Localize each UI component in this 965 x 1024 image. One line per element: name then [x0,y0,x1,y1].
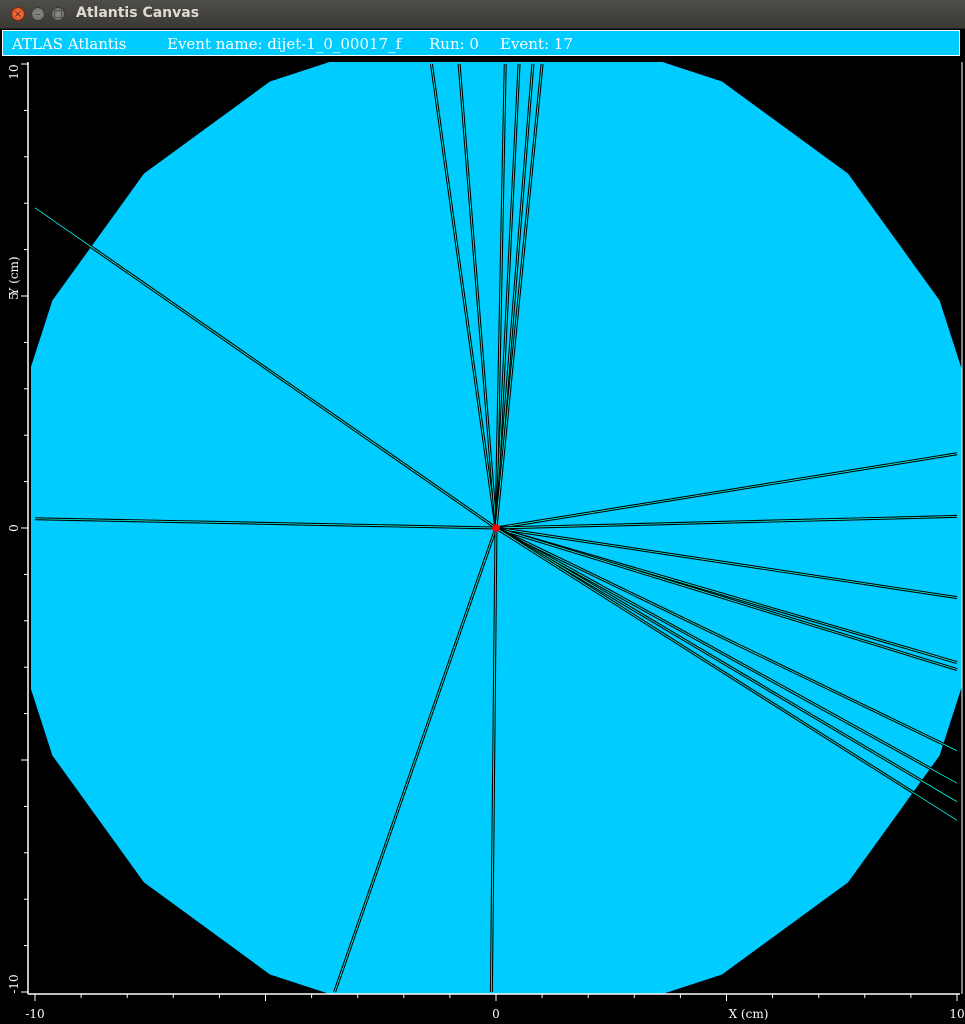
x-tick-label-min: -10 [25,1007,44,1021]
y-tick-label-min: -10 [7,974,21,993]
window-titlebar[interactable]: × – □ Atlantis Canvas [0,0,965,29]
run-label: Run: 0 [429,35,479,53]
event-number-label: Event: 17 [500,35,573,53]
event-name-label: Event name: dijet-1_0_00017_f [167,35,402,53]
y-axis-label: Y (cm) [7,256,21,296]
event-info-bar: ATLAS Atlantis Event name: dijet-1_0_000… [2,30,960,56]
minimize-window-button[interactable]: – [31,7,45,21]
x-axis-label: X (cm) [729,1007,769,1021]
x-tick-label-zero: 0 [492,1007,500,1021]
primary-vertex-marker [492,524,500,532]
detector-polygon [31,62,962,994]
app-name-label: ATLAS Atlantis [12,35,127,53]
close-window-button[interactable]: × [11,7,25,21]
y-tick-label-max: 10 [7,64,21,79]
y-tick-label-zero: 0 [7,524,21,532]
maximize-window-button[interactable]: □ [51,7,65,21]
event-display-canvas[interactable]: -10 0 10 10 5 0 -10 X (cm) Y (cm) [0,58,965,1024]
window-title: Atlantis Canvas [76,5,200,21]
x-tick-label-max: 10 [949,1007,964,1021]
